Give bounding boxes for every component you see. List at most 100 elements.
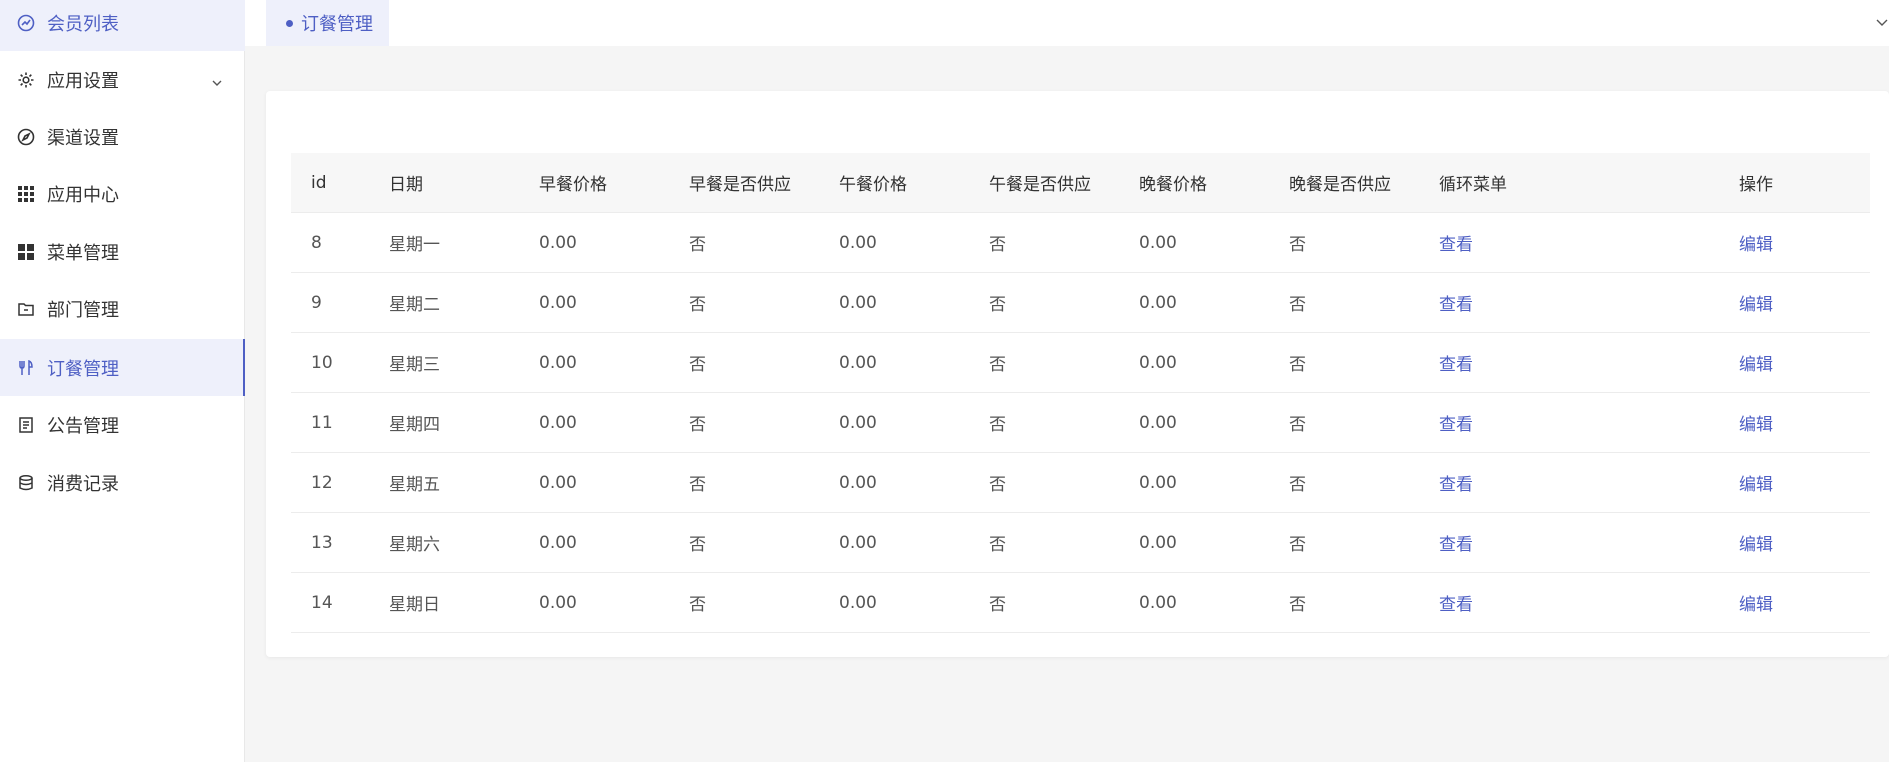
edit-link[interactable]: 编辑 — [1719, 530, 1870, 555]
cell-breakfast-price: 0.00 — [539, 232, 577, 253]
column-header: 晚餐价格 — [1139, 175, 1207, 195]
cell-lunch-supplied: 否 — [989, 415, 1006, 435]
sidebar-item-meal-management[interactable]: 订餐管理 — [0, 339, 245, 396]
sidebar-item-consumption-records[interactable]: 消费记录 — [0, 454, 245, 511]
cell-lunch-supplied: 否 — [989, 475, 1006, 495]
document-icon — [17, 416, 35, 434]
cell-breakfast-price: 0.00 — [539, 472, 577, 493]
cell-dinner-price: 0.00 — [1139, 232, 1177, 253]
sidebar-item-label: 渠道设置 — [47, 127, 119, 149]
active-dot-icon — [286, 19, 293, 27]
view-menu-link[interactable]: 查看 — [1419, 470, 1719, 495]
dashboard-icon — [17, 14, 35, 32]
tab-label: 订餐管理 — [301, 14, 373, 35]
compass-icon — [17, 128, 35, 146]
cell-id: 8 — [311, 232, 322, 253]
apps-icon — [17, 243, 35, 261]
cell-dinner-supplied: 否 — [1289, 475, 1306, 495]
grid-icon — [17, 185, 35, 203]
edit-link[interactable]: 编辑 — [1719, 410, 1870, 435]
sidebar-item-channel-settings[interactable]: 渠道设置 — [0, 108, 245, 165]
cell-breakfast-supplied: 否 — [689, 295, 706, 315]
view-menu-link[interactable]: 查看 — [1419, 350, 1719, 375]
cell-dinner-supplied: 否 — [1289, 595, 1306, 615]
cell-dinner-supplied: 否 — [1289, 415, 1306, 435]
cell-breakfast-supplied: 否 — [689, 595, 706, 615]
cell-dinner-supplied: 否 — [1289, 535, 1306, 555]
edit-link[interactable]: 编辑 — [1719, 230, 1870, 255]
cell-day: 星期日 — [389, 595, 440, 615]
sidebar-item-label: 会员列表 — [47, 13, 119, 35]
column-header: 操作 — [1739, 175, 1773, 195]
folder-icon — [17, 300, 35, 318]
sidebar-item-member-list[interactable]: 会员列表 — [0, 0, 245, 51]
column-header: 日期 — [389, 175, 423, 195]
cell-lunch-supplied: 否 — [989, 355, 1006, 375]
cell-dinner-price: 0.00 — [1139, 292, 1177, 313]
sidebar-item-app-settings[interactable]: 应用设置 — [0, 51, 245, 108]
cell-dinner-supplied: 否 — [1289, 235, 1306, 255]
cell-id: 14 — [311, 592, 333, 613]
sidebar-item-label: 应用设置 — [47, 70, 119, 92]
cell-day: 星期六 — [389, 535, 440, 555]
cell-day: 星期二 — [389, 295, 440, 315]
cell-dinner-price: 0.00 — [1139, 472, 1177, 493]
view-menu-link[interactable]: 查看 — [1419, 410, 1719, 435]
cell-lunch-supplied: 否 — [989, 235, 1006, 255]
chevron-down-icon[interactable] — [1875, 14, 1889, 28]
cell-lunch-price: 0.00 — [839, 412, 877, 433]
cell-lunch-price: 0.00 — [839, 472, 877, 493]
tab-bar — [245, 0, 1889, 46]
cell-breakfast-supplied: 否 — [689, 535, 706, 555]
table-row: 9 星期二 0.00 否 0.00 否 0.00 否 查看 编辑 — [291, 273, 1870, 333]
meal-table: id 日期 早餐价格 早餐是否供应 午餐价格 午餐是否供应 晚餐价格 晚餐是否供… — [291, 153, 1870, 633]
view-menu-link[interactable]: 查看 — [1419, 590, 1719, 615]
cell-dinner-price: 0.00 — [1139, 592, 1177, 613]
sidebar-item-label: 消费记录 — [47, 473, 119, 495]
cell-breakfast-supplied: 否 — [689, 475, 706, 495]
cell-id: 11 — [311, 412, 333, 433]
chevron-down-icon[interactable] — [211, 73, 223, 86]
cell-dinner-supplied: 否 — [1289, 355, 1306, 375]
tab-meal-management[interactable]: 订餐管理 — [266, 0, 389, 46]
table-row: 11 星期四 0.00 否 0.00 否 0.00 否 查看 编辑 — [291, 393, 1870, 453]
cell-breakfast-price: 0.00 — [539, 352, 577, 373]
fork-knife-icon — [17, 359, 35, 377]
view-menu-link[interactable]: 查看 — [1419, 290, 1719, 315]
cell-lunch-supplied: 否 — [989, 295, 1006, 315]
cell-dinner-price: 0.00 — [1139, 532, 1177, 553]
cell-id: 12 — [311, 472, 333, 493]
cell-id: 9 — [311, 292, 322, 313]
sidebar-item-app-center[interactable]: 应用中心 — [0, 165, 245, 222]
cell-lunch-supplied: 否 — [989, 595, 1006, 615]
database-icon — [17, 474, 35, 492]
cell-id: 10 — [311, 352, 333, 373]
sidebar: 会员列表 应用设置 渠道设置 应用中心 菜单管理 部门管理 订餐管理 公告管理 … — [0, 0, 245, 762]
gear-icon — [17, 71, 35, 89]
cell-breakfast-price: 0.00 — [539, 412, 577, 433]
edit-link[interactable]: 编辑 — [1719, 350, 1870, 375]
view-menu-link[interactable]: 查看 — [1419, 230, 1719, 255]
cell-id: 13 — [311, 532, 333, 553]
view-menu-link[interactable]: 查看 — [1419, 530, 1719, 555]
cell-dinner-supplied: 否 — [1289, 295, 1306, 315]
sidebar-item-menu-management[interactable]: 菜单管理 — [0, 223, 245, 280]
cell-dinner-price: 0.00 — [1139, 352, 1177, 373]
table-body: 8 星期一 0.00 否 0.00 否 0.00 否查看 编辑 9 星期二 0.00 否 0.00 否 0.0… — [291, 213, 1870, 633]
cell-lunch-price: 0.00 — [839, 592, 877, 613]
cell-dinner-price: 0.00 — [1139, 412, 1177, 433]
cell-breakfast-price: 0.00 — [539, 592, 577, 613]
sidebar-item-announcement-management[interactable]: 公告管理 — [0, 396, 245, 453]
sidebar-item-label: 订餐管理 — [47, 358, 119, 380]
edit-link[interactable]: 编辑 — [1719, 590, 1870, 615]
cell-day: 星期四 — [389, 415, 440, 435]
sidebar-item-department-management[interactable]: 部门管理 — [0, 280, 245, 337]
sidebar-item-label: 部门管理 — [47, 299, 119, 321]
edit-link[interactable]: 编辑 — [1719, 470, 1870, 495]
cell-breakfast-price: 0.00 — [539, 532, 577, 553]
cell-lunch-price: 0.00 — [839, 292, 877, 313]
table-header: id 日期 早餐价格 早餐是否供应 午餐价格 午餐是否供应 晚餐价格 晚餐是否供… — [291, 153, 1870, 213]
edit-link[interactable]: 编辑 — [1719, 290, 1870, 315]
cell-lunch-supplied: 否 — [989, 535, 1006, 555]
cell-breakfast-supplied: 否 — [689, 235, 706, 255]
